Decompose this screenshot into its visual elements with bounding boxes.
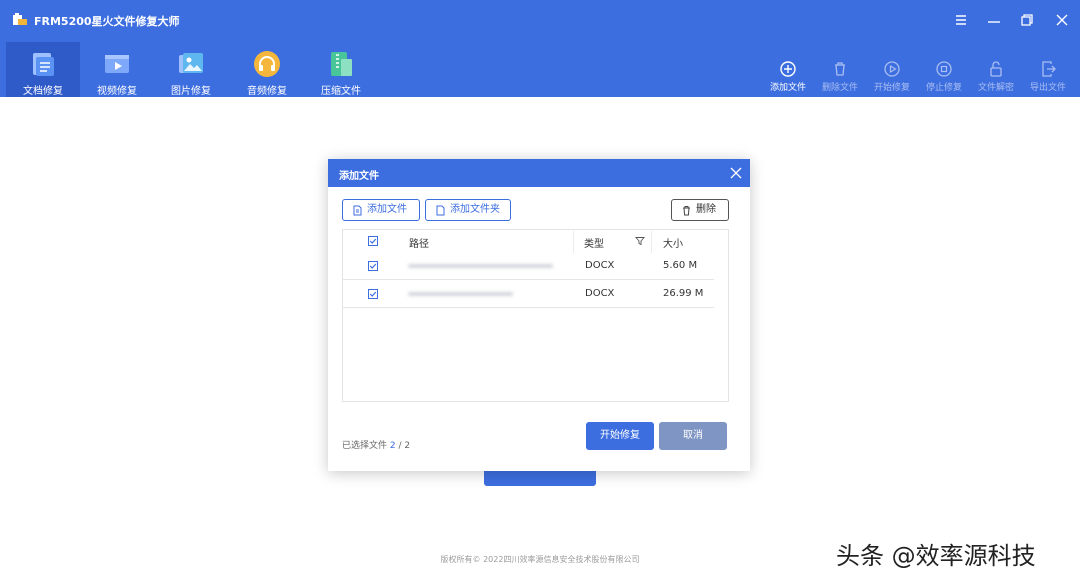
column-divider: [573, 231, 574, 253]
minimize-icon[interactable]: [986, 12, 1002, 28]
dialog-add-folder-button[interactable]: 添加文件夹: [425, 199, 511, 221]
headphones-icon: [252, 49, 282, 79]
stop-repair-button[interactable]: 停止修复: [918, 60, 970, 93]
image-icon: [176, 49, 206, 79]
selected-label: 已选择文件: [342, 441, 388, 451]
blurred-file-path: [408, 264, 553, 268]
dialog-delete-button[interactable]: 删除: [671, 199, 729, 221]
tool-label: 导出文件: [1029, 83, 1066, 93]
dialog-header: 添加文件: [328, 159, 750, 187]
tab-label: 图片修复: [171, 86, 211, 97]
select-all-checkbox[interactable]: [368, 236, 378, 246]
dialog-close-icon[interactable]: [730, 167, 742, 179]
row-size: 26.99 M: [663, 288, 704, 299]
tab-video-repair[interactable]: 视频修复: [80, 42, 154, 97]
tab-label: 视频修复: [97, 86, 137, 97]
tool-label: 停止修复: [925, 83, 962, 93]
watermark-text: 头条 @效率源科技: [836, 542, 1036, 570]
tab-archive[interactable]: 压缩文件: [304, 42, 378, 97]
tool-label: 文件解密: [977, 83, 1014, 93]
trash-icon: [681, 205, 692, 216]
export-file-button[interactable]: 导出文件: [1022, 60, 1074, 93]
maximize-icon[interactable]: [1019, 12, 1035, 28]
add-file-button[interactable]: 添加文件: [762, 60, 814, 93]
filter-icon[interactable]: [635, 236, 645, 246]
column-header-type: 类型: [584, 239, 604, 250]
total-number: 2: [404, 441, 411, 451]
row-type: DOCX: [585, 288, 615, 299]
tab-audio-repair[interactable]: 音频修复: [230, 42, 304, 97]
tab-label: 音频修复: [247, 86, 287, 97]
row-type: DOCX: [585, 260, 615, 271]
row-divider: [342, 279, 714, 280]
button-label: 添加文件夹: [450, 204, 500, 215]
row-size: 5.60 M: [663, 260, 698, 271]
delete-file-button[interactable]: 删除文件: [814, 60, 866, 93]
row-checkbox[interactable]: [368, 289, 378, 299]
row-checkbox[interactable]: [368, 261, 378, 271]
blurred-file-path: [408, 292, 513, 296]
button-label: 删除: [696, 204, 716, 215]
app-header: FRM5200星火文件修复大师 文档修复 视频修复 图片修复 音频修复 压缩文件…: [0, 0, 1080, 97]
start-repair-button[interactable]: 开始修复: [586, 422, 654, 450]
tool-label: 开始修复: [873, 83, 910, 93]
decrypt-file-button[interactable]: 文件解密: [970, 60, 1022, 93]
tab-label: 压缩文件: [321, 86, 361, 97]
selected-count: 已选择文件 2 / 2: [342, 438, 410, 451]
tab-image-repair[interactable]: 图片修复: [154, 42, 228, 97]
start-repair-tool-button[interactable]: 开始修复: [866, 60, 918, 93]
archive-icon: [326, 49, 356, 79]
play-icon: [883, 60, 901, 78]
add-file-dialog: 添加文件 添加文件 添加文件夹 删除 路径 类型 大小 DOCX 5.60 M …: [328, 159, 750, 471]
add-circle-icon: [779, 60, 797, 78]
tab-label: 文档修复: [23, 86, 63, 97]
dialog-add-file-button[interactable]: 添加文件: [342, 199, 420, 221]
selected-number: 2: [389, 441, 396, 451]
trash-icon: [831, 60, 849, 78]
button-label: 添加文件: [367, 204, 407, 215]
tool-label: 添加文件: [769, 83, 806, 93]
export-icon: [1039, 60, 1057, 78]
stop-icon: [935, 60, 953, 78]
app-title: FRM5200星火文件修复大师: [34, 15, 180, 28]
video-icon: [102, 49, 132, 79]
tab-document-repair[interactable]: 文档修复: [6, 42, 80, 97]
file-table: [342, 229, 729, 402]
cancel-button[interactable]: 取消: [659, 422, 727, 450]
app-logo-icon: [12, 12, 28, 28]
row-divider: [342, 307, 714, 308]
column-header-size: 大小: [663, 239, 683, 250]
tool-label: 删除文件: [821, 83, 858, 93]
document-icon: [28, 49, 58, 79]
selected-separator: /: [398, 441, 402, 451]
unlock-icon: [987, 60, 1005, 78]
dialog-title: 添加文件: [339, 171, 379, 182]
column-header-path: 路径: [409, 239, 429, 250]
column-divider: [651, 231, 652, 253]
folder-icon: [435, 205, 446, 216]
menu-icon[interactable]: [953, 12, 969, 28]
close-icon[interactable]: [1054, 12, 1070, 28]
file-icon: [352, 205, 363, 216]
